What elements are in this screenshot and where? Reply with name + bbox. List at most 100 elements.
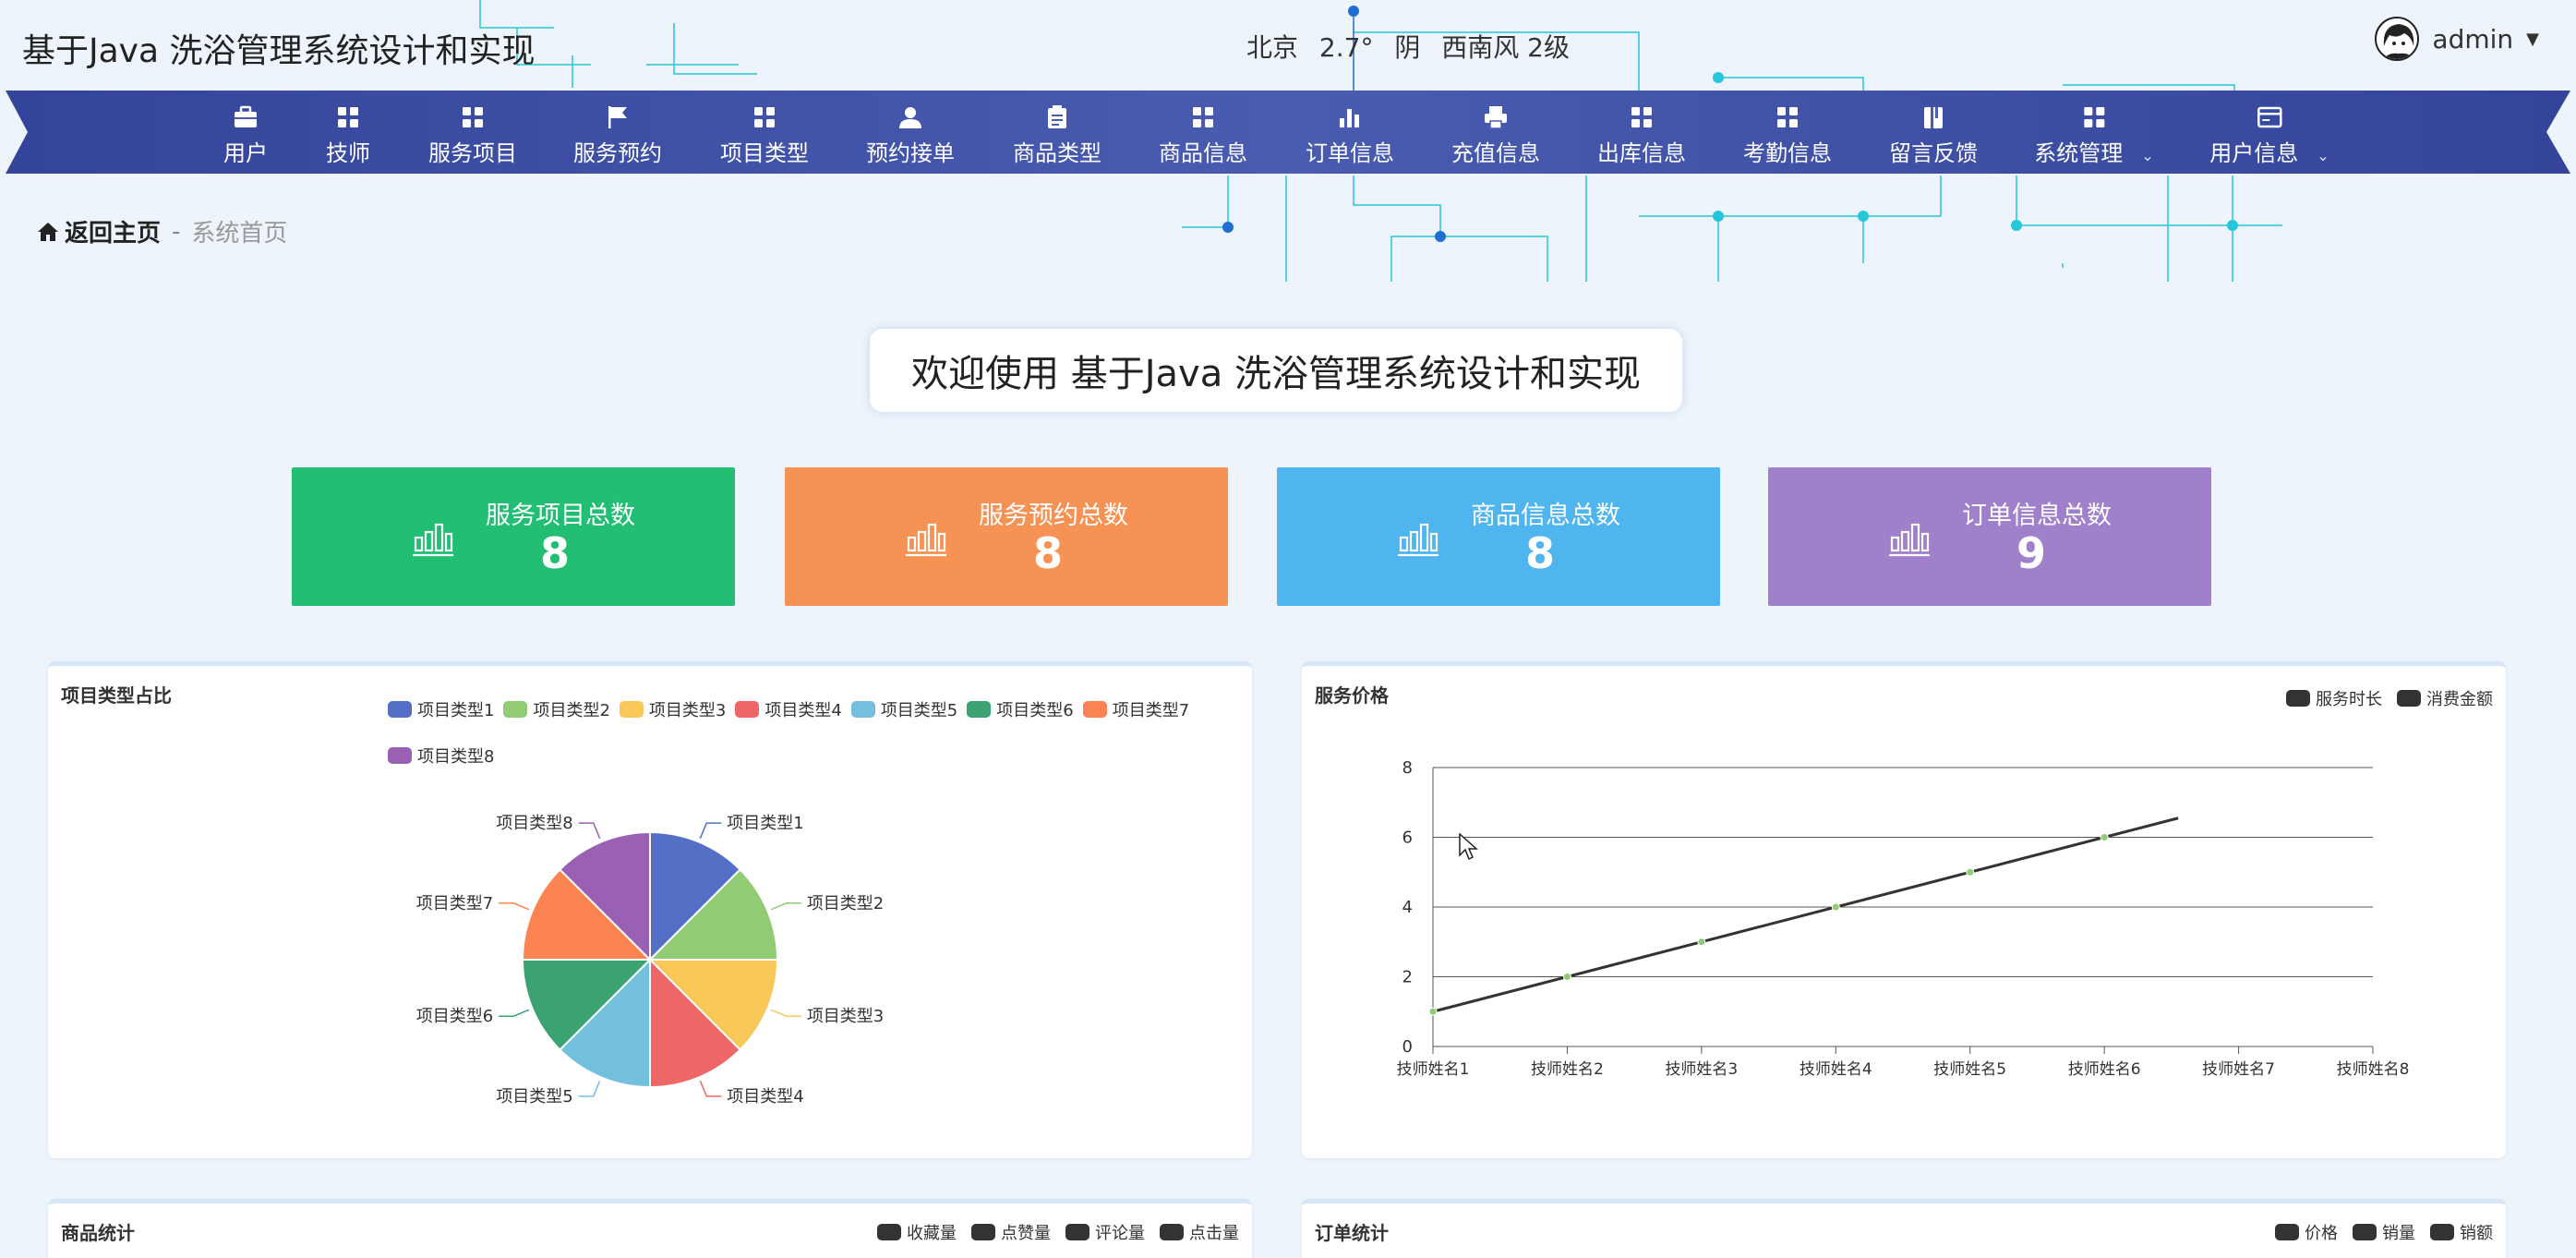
y-tick-label: 8	[1402, 758, 1413, 778]
breadcrumb-current: 系统首页	[191, 220, 288, 248]
chevron-down-icon: ▼	[2526, 29, 2539, 49]
nav-item-label: 技师	[326, 140, 370, 166]
nav-item-label: 充值信息	[1451, 140, 1540, 166]
main-nav: 用户 技师 服务项目 服务预约 项目类型 预约接单 商品类型 商品信息 订单信息 充值信息 出库信息…	[0, 91, 2576, 174]
nav-item-label: 项目类型	[720, 140, 809, 166]
nav-item[interactable]: 项目类型	[720, 91, 809, 174]
bar-chart-icon	[1340, 109, 1359, 127]
orders-legend: 价格 销量 销额	[2266, 1220, 2493, 1244]
panel-title: 商品统计	[61, 1222, 135, 1244]
series-line	[1432, 816, 2179, 1013]
grid-icon	[754, 107, 775, 127]
nav-item[interactable]: 预约接单	[866, 91, 955, 174]
nav-item-label: 服务预约	[573, 140, 662, 166]
card-icon	[2257, 106, 2282, 128]
chevron-down-icon: ⌄	[2141, 147, 2154, 164]
stat-card: 服务预约总数 8	[785, 467, 1228, 606]
x-tick-label: 技师姓名1	[1397, 1060, 1470, 1079]
nav-item[interactable]: 用户	[223, 91, 268, 174]
x-tick-label: 技师姓名3	[1665, 1060, 1738, 1079]
nav-item-label: 用户信息	[2209, 140, 2299, 166]
bar-chart-icon	[1889, 523, 1930, 557]
nav-item[interactable]: 技师	[326, 91, 370, 174]
legend-item[interactable]: 销量	[2353, 1220, 2415, 1244]
printer-icon	[1485, 106, 1507, 129]
pie-chart: 项目类型1 项目类型2 项目类型3 项目类型4 项目类型5 项目类型6 项目类型7 项目类型8	[416, 814, 885, 1107]
pie-label-line	[499, 1009, 530, 1017]
pie-slice-label: 项目类型6	[416, 1007, 493, 1026]
data-point[interactable]	[1697, 937, 1706, 947]
data-point[interactable]	[2100, 833, 2109, 841]
bar-chart-icon	[906, 523, 946, 557]
nav-item-label: 商品信息	[1159, 140, 1247, 166]
data-point[interactable]	[1831, 902, 1840, 912]
nav-item-label: 系统管理	[2034, 140, 2124, 166]
x-tick-label: 技师姓名4	[1800, 1060, 1872, 1079]
x-tick-label: 技师姓名7	[2202, 1060, 2275, 1079]
pie-slice-label: 项目类型5	[496, 1087, 572, 1107]
briefcase-icon	[235, 105, 257, 127]
breadcrumb-home[interactable]: 返回主页	[37, 214, 161, 248]
nav-item[interactable]: 商品信息	[1159, 91, 1247, 174]
pie-slice-label: 项目类型1	[727, 814, 803, 833]
nav-item-label: 用户	[223, 140, 268, 166]
x-tick-label: 技师姓名6	[2068, 1060, 2141, 1079]
clipboard-icon	[1048, 105, 1066, 128]
stat-value: 8	[539, 528, 570, 578]
data-point[interactable]	[1428, 1007, 1438, 1016]
app-title: 基于Java 洗浴管理系统设计和实现	[22, 32, 536, 70]
legend-item[interactable]: 点击量	[1160, 1220, 1239, 1244]
weather-city: 北京	[1246, 32, 1299, 63]
nav-item[interactable]: 服务项目	[428, 91, 517, 174]
person-icon	[899, 107, 921, 128]
pie-panel: 项目类型占比 项目类型1 项目类型2 项目类型3 项目类型4 项目类型5 项目类型6 项目类…	[48, 661, 1252, 1158]
data-point[interactable]	[1562, 973, 1571, 981]
pie-label-line	[578, 822, 601, 840]
book-icon	[1924, 107, 1943, 128]
nav-item[interactable]: 商品类型	[1013, 91, 1101, 174]
top-header: 基于Java 洗浴管理系统设计和实现 北京 2.7° 阴 西南风 2级 admi…	[0, 0, 2576, 91]
bar-chart-icon	[1398, 523, 1438, 557]
legend-item[interactable]: 收藏量	[877, 1220, 957, 1244]
legend-item[interactable]: 价格	[2275, 1220, 2338, 1244]
nav-item-label: 考勤信息	[1743, 140, 1832, 166]
nav-item-label: 订单信息	[1306, 140, 1394, 166]
nav-item[interactable]: 服务预约	[573, 91, 662, 174]
pie-slice-label: 项目类型8	[496, 814, 572, 833]
grid-icon	[1777, 107, 1798, 127]
x-tick-label: 技师姓名5	[1933, 1060, 2006, 1079]
welcome-banner: 欢迎使用 基于Java 洗浴管理系统设计和实现	[870, 329, 1682, 412]
nav-item[interactable]: 系统管理 ⌄	[2034, 91, 2154, 174]
stat-value: 9	[2016, 528, 2046, 578]
stat-card: 订单信息总数 9	[1768, 467, 2211, 606]
pie-label-line	[699, 1080, 722, 1097]
legend-item[interactable]: 评论量	[1065, 1220, 1145, 1244]
nav-item-label: 出库信息	[1597, 140, 1686, 166]
data-point[interactable]	[1966, 867, 1975, 877]
nav-item[interactable]: 订单信息	[1306, 91, 1394, 174]
nav-item[interactable]: 留言反馈	[1889, 91, 1978, 174]
y-tick-label: 2	[1402, 968, 1413, 987]
nav-item-label: 留言反馈	[1889, 140, 1978, 166]
avatar	[2375, 17, 2420, 61]
grid-icon	[1193, 107, 1213, 127]
grid-icon	[1631, 107, 1652, 127]
nav-item[interactable]: 充值信息	[1451, 91, 1540, 174]
goods-legend: 收藏量 点赞量 评论量 点击量	[868, 1220, 1239, 1244]
x-tick-label: 技师姓名2	[1531, 1060, 1604, 1079]
nav-item[interactable]: 考勤信息	[1743, 91, 1832, 174]
user-menu[interactable]: admin ▼	[2375, 17, 2539, 61]
bar-chart-icon	[413, 523, 453, 557]
nav-item[interactable]: 出库信息	[1597, 91, 1686, 174]
pie-slice-label: 项目类型3	[807, 1007, 884, 1026]
legend-item[interactable]: 点赞量	[971, 1220, 1051, 1244]
grid-icon	[2084, 107, 2104, 127]
panel-title: 订单统计	[1315, 1222, 1389, 1244]
nav-item[interactable]: 用户信息 ⌄	[2209, 91, 2329, 174]
home-icon	[38, 222, 58, 241]
y-tick-label: 4	[1402, 898, 1413, 917]
legend-item[interactable]: 销额	[2430, 1220, 2493, 1244]
pie-slice-label: 项目类型2	[807, 894, 884, 913]
weather-widget: 北京 2.7° 阴 西南风 2级	[1246, 28, 1583, 65]
flag-icon	[608, 106, 627, 128]
